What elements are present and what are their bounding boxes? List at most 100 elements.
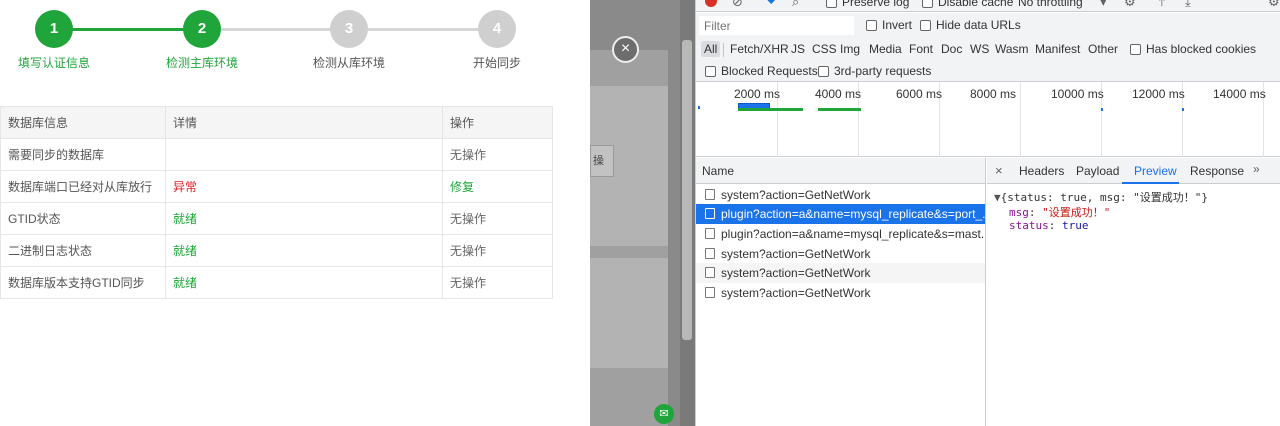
has-blocked-cookies-checkbox[interactable]: Has blocked cookies — [1130, 42, 1256, 56]
step-3-number: 3 — [330, 10, 368, 48]
import-har-icon[interactable]: ⤒ — [1159, 0, 1165, 10]
page-scrollbar-thumb[interactable] — [682, 40, 692, 340]
request-name: system?action=GetNetWork — [721, 188, 871, 202]
blocked-requests-label: Blocked Requests — [721, 64, 818, 78]
row-info: 数据库端口已经对从库放行 — [0, 170, 166, 203]
fix-link[interactable]: 修复 — [442, 170, 553, 203]
type-filter-doc[interactable]: Doc — [938, 41, 965, 57]
step-4: 4 开始同步 — [442, 10, 552, 71]
row-info: 需要同步的数据库 — [0, 138, 166, 171]
waterfall-bar — [818, 108, 861, 111]
filter-icon[interactable]: ⏷ — [766, 0, 776, 10]
has-blocked-cookies-label: Has blocked cookies — [1146, 42, 1257, 56]
request-checkbox — [705, 267, 715, 278]
request-checkbox — [705, 208, 715, 219]
type-filter-ws[interactable]: WS — [967, 41, 992, 57]
third-party-requests-checkbox[interactable]: 3rd-party requests — [818, 64, 931, 78]
request-row[interactable]: system?action=GetNetWork — [696, 263, 985, 283]
help-chat-icon[interactable]: ✉ — [654, 404, 674, 424]
timeline-tick: 14000 ms — [1213, 87, 1266, 101]
row-detail-ok: 就绪 — [165, 266, 443, 299]
request-row[interactable]: system?action=GetNetWork — [696, 244, 985, 264]
network-conditions-icon[interactable]: ⚙ — [1124, 0, 1136, 10]
invert-label: Invert — [882, 18, 913, 32]
row-action: 无操作 — [442, 266, 553, 299]
network-overview-timeline[interactable]: 2000 ms 4000 ms 6000 ms 8000 ms 10000 ms… — [696, 82, 1280, 157]
row-action: 无操作 — [442, 138, 553, 171]
step-4-label: 开始同步 — [472, 56, 521, 70]
request-checkbox — [705, 248, 715, 259]
json-root-line[interactable]: ▼{status: true, msg: "设置成功！"} — [994, 189, 1208, 205]
request-checkbox — [705, 287, 715, 298]
record-icon[interactable] — [705, 0, 717, 7]
request-row[interactable]: system?action=GetNetWork — [696, 283, 985, 303]
preserve-log-label: Preserve log — [842, 0, 910, 9]
step-3: 3 检测从库环境 — [294, 10, 404, 71]
type-filter-css[interactable]: CSS — [809, 41, 840, 57]
export-har-icon[interactable]: ⤓ — [1185, 0, 1191, 10]
json-msg-line: msg: "设置成功！" — [1009, 206, 1111, 219]
blocked-requests-checkbox[interactable]: Blocked Requests — [705, 64, 818, 78]
resource-type-filters: All Fetch/XHR JS CSS Img Media Font Doc … — [696, 37, 1280, 61]
json-key: status — [1009, 219, 1049, 232]
tab-preview[interactable]: Preview — [1134, 164, 1177, 178]
search-icon[interactable]: ⌕ — [792, 0, 799, 10]
chevron-down-icon[interactable]: ▾ — [1100, 0, 1107, 10]
table-row: 二进制日志状态 就绪 无操作 — [0, 234, 553, 267]
json-preview: ▼{status: true, msg: "设置成功！"} msg: "设置成功… — [987, 184, 1280, 426]
disable-cache-label: Disable cache — [938, 0, 1014, 9]
table-row: GTID状态 就绪 无操作 — [0, 202, 553, 235]
type-filter-manifest[interactable]: Manifest — [1032, 41, 1083, 57]
expand-triangle-icon[interactable]: ▼ — [994, 191, 1001, 204]
filter-input[interactable] — [699, 16, 854, 35]
settings-gear-icon[interactable]: ⚙ — [1268, 0, 1280, 10]
waterfall-bar — [1101, 108, 1103, 111]
request-row-selected[interactable]: plugin?action=a&name=mysql_replicate&s=p… — [696, 204, 985, 224]
step-2-label: 检测主库环境 — [165, 56, 238, 70]
step-4-number: 4 — [478, 10, 516, 48]
tab-response[interactable]: Response — [1190, 164, 1244, 178]
underlying-table-header: 操作 — [590, 145, 614, 177]
type-filter-img[interactable]: Img — [837, 41, 863, 57]
timeline-gridline — [1020, 82, 1021, 157]
close-dialog-button[interactable]: × — [612, 36, 639, 63]
hide-data-urls-label: Hide data URLs — [936, 18, 1021, 32]
step-3-label: 检测从库环境 — [312, 56, 385, 70]
json-summary: {status: true, msg: "设置成功！"} — [1000, 191, 1208, 204]
request-row[interactable]: system?action=GetNetWork — [696, 185, 985, 205]
type-filter-font[interactable]: Font — [906, 41, 936, 57]
network-toolbar: ⊘ ⏷ ⌕ Preserve log Disable cache No thro… — [696, 0, 1280, 12]
table-header-row: 数据库信息 详情 操作 — [0, 106, 553, 139]
row-detail — [165, 138, 443, 171]
filter-row: Invert Hide data URLs — [696, 13, 1280, 37]
type-filter-all[interactable]: All — [701, 41, 721, 57]
type-filter-media[interactable]: Media — [866, 41, 905, 57]
tab-payload[interactable]: Payload — [1076, 164, 1119, 178]
more-tabs-icon[interactable]: » — [1253, 162, 1260, 176]
request-list: system?action=GetNetWork plugin?action=a… — [696, 184, 986, 426]
tab-headers[interactable]: Headers — [1019, 164, 1064, 178]
timeline-tick: 2000 ms — [734, 87, 781, 101]
disable-cache-checkbox[interactable]: Disable cache — [922, 0, 1013, 9]
waterfall-bar — [1182, 108, 1184, 111]
request-row[interactable]: plugin?action=a&name=mysql_replicate&s=m… — [696, 224, 985, 244]
waterfall-bar — [738, 108, 803, 111]
type-filter-other[interactable]: Other — [1085, 41, 1121, 57]
json-bool-value: true — [1062, 219, 1089, 232]
type-filter-js[interactable]: JS — [788, 41, 808, 57]
hide-data-urls-checkbox[interactable]: Hide data URLs — [920, 18, 1021, 32]
preserve-log-checkbox[interactable]: Preserve log — [826, 0, 909, 9]
step-1-number: 1 — [35, 10, 73, 48]
type-filter-wasm[interactable]: Wasm — [992, 41, 1032, 57]
row-info: 数据库版本支持GTID同步 — [0, 266, 166, 299]
close-detail-icon[interactable]: × — [995, 163, 1003, 178]
invert-checkbox[interactable]: Invert — [866, 18, 912, 32]
request-checkbox — [705, 189, 715, 200]
throttling-select[interactable]: No throttling — [1018, 0, 1083, 9]
clear-icon[interactable]: ⊘ — [732, 0, 743, 10]
type-filter-fetch-xhr[interactable]: Fetch/XHR — [727, 41, 792, 57]
underlying-panel — [590, 258, 668, 368]
name-column-header[interactable]: Name — [696, 158, 986, 184]
row-action: 无操作 — [442, 234, 553, 267]
timeline-tick: 12000 ms — [1132, 87, 1185, 101]
